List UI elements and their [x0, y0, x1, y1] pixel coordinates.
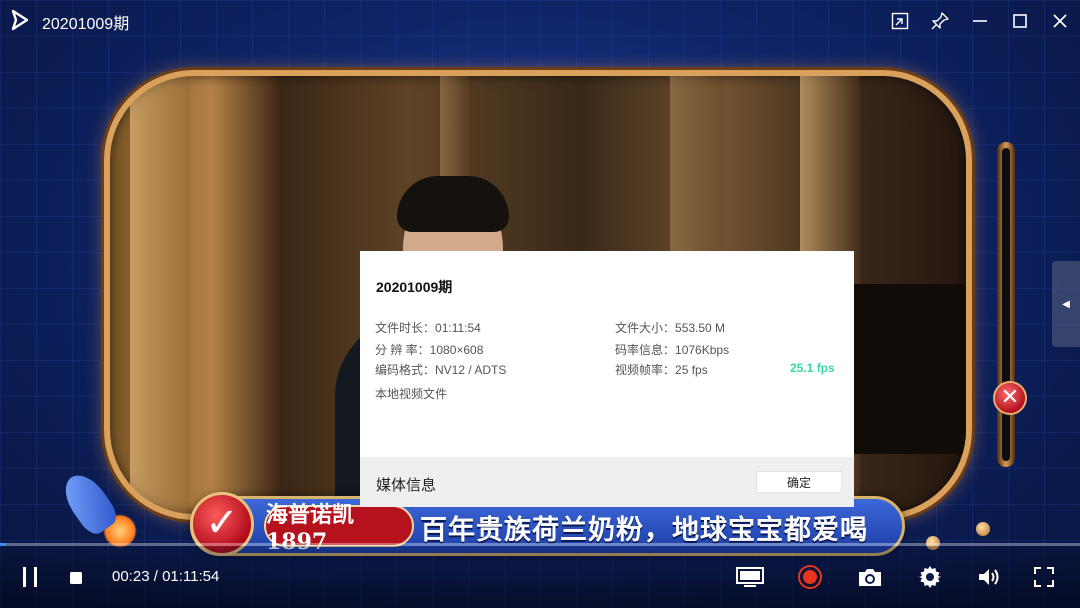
- settings-button[interactable]: [916, 564, 944, 590]
- close-button[interactable]: [1047, 8, 1073, 34]
- volume-icon: [979, 569, 999, 585]
- record-icon: [798, 565, 822, 589]
- title-bar: 20201009期: [0, 0, 1080, 40]
- filesize-label: 文件大小：: [615, 321, 676, 335]
- source-text: 本地视频文件: [375, 387, 448, 401]
- screen-mode-button[interactable]: [734, 564, 766, 590]
- dialog-title: 20201009期: [376, 279, 453, 295]
- filesize-row: 文件大小：553.50 M: [615, 319, 725, 336]
- decor-slider: [997, 142, 1015, 467]
- codec-row: 编码格式：NV12 / ADTS: [375, 361, 506, 378]
- decor-dot: [976, 522, 990, 536]
- ok-button[interactable]: 确定: [756, 471, 842, 493]
- record-button[interactable]: [796, 564, 824, 590]
- app-logo-icon: [11, 9, 29, 31]
- time-display: 00:23 / 01:11:54: [112, 568, 219, 585]
- gear-icon: [919, 566, 941, 588]
- pin-icon: [931, 12, 949, 30]
- minimize-button[interactable]: [967, 8, 993, 34]
- stop-button[interactable]: [66, 570, 86, 586]
- framerate-row: 视频帧率：25 fps: [615, 361, 708, 378]
- volume-button[interactable]: [976, 564, 1004, 590]
- codec-value: NV12 / ADTS: [435, 363, 507, 377]
- footer-label: 媒体信息: [376, 477, 437, 494]
- duration-label: 文件时长：: [375, 321, 436, 335]
- decor-x-icon: ✕: [993, 381, 1027, 415]
- dialog-footer: 媒体信息 确定: [360, 457, 854, 507]
- filesize-value: 553.50 M: [675, 321, 726, 335]
- realtime-fps: 25.1 fps: [790, 361, 835, 375]
- resolution-value: 1080×608: [429, 343, 484, 357]
- codec-label: 编码格式：: [375, 363, 436, 377]
- fullscreen-button[interactable]: [1030, 564, 1058, 590]
- pause-icon: [23, 567, 37, 587]
- ad-banner-text: 百年贵族荷兰奶粉，地球宝宝都爱喝: [420, 515, 868, 545]
- brand-logo: 海普诺凯1897: [264, 502, 414, 555]
- current-time: 00:23: [112, 568, 150, 585]
- rocket-icon: [55, 462, 137, 548]
- framerate-label: 视频帧率：: [615, 363, 676, 377]
- stop-icon: [70, 572, 82, 584]
- fullscreen-icon: [1034, 567, 1054, 587]
- mini-mode-icon: [891, 12, 909, 30]
- camera-icon: [859, 569, 881, 586]
- control-bar: 00:23 / 01:11:54: [0, 546, 1080, 608]
- mini-mode-button[interactable]: [887, 8, 913, 34]
- framerate-value: 25 fps: [675, 363, 708, 377]
- screenshot-button[interactable]: [856, 564, 884, 590]
- window-title: 20201009期: [42, 16, 130, 33]
- pin-button[interactable]: [927, 8, 953, 34]
- resolution-row: 分 辨 率：1080×608: [375, 341, 483, 358]
- pause-button[interactable]: [18, 564, 42, 590]
- chevron-left-icon: ◀: [1062, 298, 1070, 310]
- duration-row: 文件时长：01:11:54: [375, 319, 481, 336]
- total-time: 01:11:54: [162, 568, 220, 585]
- duration-value: 01:11:54: [435, 321, 481, 335]
- minimize-icon: [973, 20, 987, 22]
- maximize-button[interactable]: [1007, 8, 1033, 34]
- time-separator: /: [149, 568, 163, 585]
- resolution-label: 分 辨 率：: [375, 343, 430, 357]
- bitrate-row: 码率信息：1076Kbps: [615, 341, 729, 358]
- monitor-icon: [736, 567, 764, 587]
- bitrate-label: 码率信息：: [615, 343, 676, 357]
- playlist-toggle-tab[interactable]: ◀: [1052, 261, 1080, 347]
- maximize-icon: [1013, 14, 1027, 28]
- close-icon: [1053, 14, 1067, 28]
- media-info-dialog: 20201009期 文件时长：01:11:54 文件大小：553.50 M 分 …: [360, 251, 854, 507]
- bitrate-value: 1076Kbps: [675, 343, 730, 357]
